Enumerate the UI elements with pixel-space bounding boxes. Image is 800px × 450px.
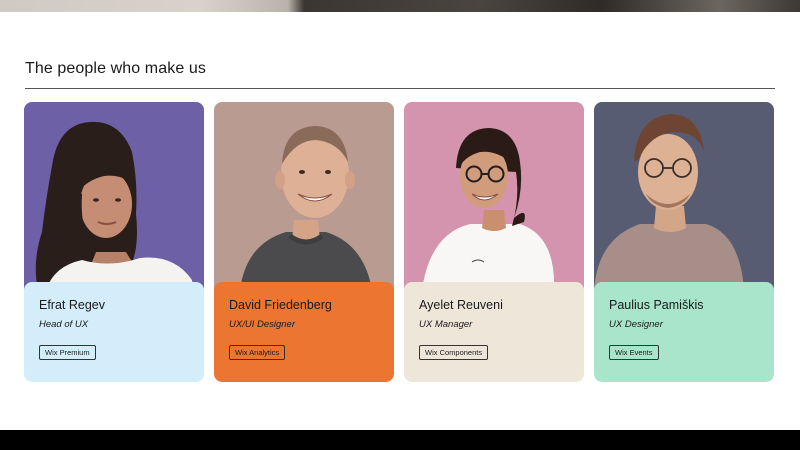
person-photo [404,102,584,290]
person-name: David Friedenberg [229,298,332,312]
product-tag[interactable]: Wix Events [609,345,659,360]
person-role: UX/UI Designer [229,319,295,330]
person-info-panel: Efrat Regev Head of UX Wix Premium [24,282,204,382]
person-role: UX Designer [609,319,663,330]
person-role: Head of UX [39,319,89,330]
person-photo [214,102,394,290]
section-divider [25,88,775,89]
person-photo [24,102,204,290]
product-tag[interactable]: Wix Components [419,345,489,360]
section-title: The people who make us [25,60,206,77]
person-name: Efrat Regev [39,298,106,312]
person-info-panel: David Friedenberg UX/UI Designer Wix Ana… [214,282,394,382]
person-card-efrat-regev[interactable]: Efrat Regev Head of UX Wix Premium [24,102,204,382]
person-photo [594,102,774,290]
person-card-ayelet-reuveni[interactable]: Ayelet Reuveni UX Manager Wix Components [404,102,584,382]
person-name: Paulius Pamiškis [609,298,704,312]
person-info-panel: Paulius Pamiškis UX Designer Wix Events [594,282,774,382]
person-card-paulius-pamiskis[interactable]: Paulius Pamiškis UX Designer Wix Events [594,102,774,382]
product-tag[interactable]: Wix Premium [39,345,96,360]
product-tag[interactable]: Wix Analytics [229,345,286,360]
person-card-david-friedenberg[interactable]: David Friedenberg UX/UI Designer Wix Ana… [214,102,394,382]
person-name: Ayelet Reuveni [419,298,503,312]
person-info-panel: Ayelet Reuveni UX Manager Wix Components [404,282,584,382]
person-role: UX Manager [419,319,473,330]
footer-bar [0,430,800,450]
hero-image-strip [0,0,800,12]
